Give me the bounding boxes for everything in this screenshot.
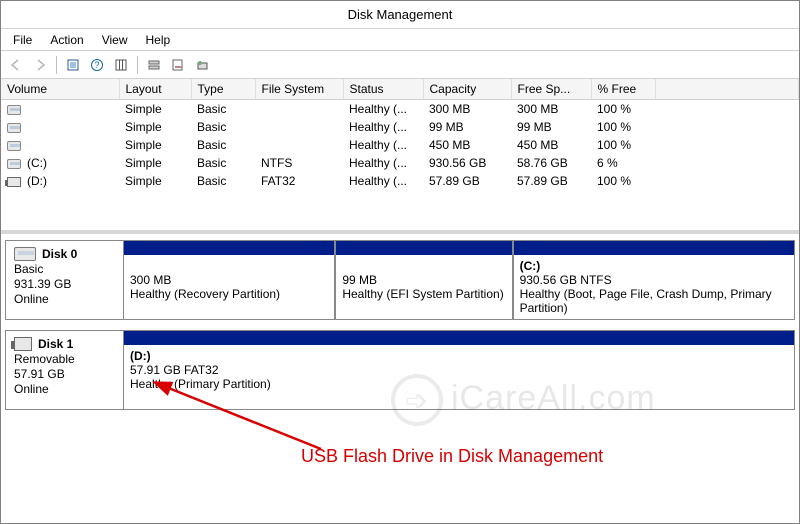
table-row[interactable]: SimpleBasicHealthy (...300 MB300 MB100 %: [1, 100, 799, 119]
col-capacity[interactable]: Capacity: [423, 79, 511, 100]
settings-button[interactable]: [110, 54, 132, 76]
help-button[interactable]: ?: [86, 54, 108, 76]
col-spacer: [655, 79, 799, 100]
partition[interactable]: (D:)57.91 GB FAT32Healthy (Primary Parti…: [124, 331, 794, 409]
table-row[interactable]: SimpleBasicHealthy (...99 MB99 MB100 %: [1, 118, 799, 136]
partition-stripe: [336, 241, 511, 255]
disk-icon: [14, 337, 32, 351]
forward-button: [29, 54, 51, 76]
volume-icon: [7, 141, 21, 151]
svg-text:?: ?: [94, 60, 99, 70]
menu-view[interactable]: View: [94, 31, 136, 49]
partition-stripe: [124, 241, 334, 255]
col-status[interactable]: Status: [343, 79, 423, 100]
disk-management-window: Disk Management File Action View Help ?: [0, 0, 800, 524]
partition-stripe: [514, 241, 794, 255]
table-row[interactable]: (D:)SimpleBasicFAT32Healthy (...57.89 GB…: [1, 172, 799, 190]
partition-stripe: [124, 331, 794, 345]
disk-info[interactable]: Disk 0Basic931.39 GBOnline: [6, 241, 124, 319]
table-row[interactable]: (C:)SimpleBasicNTFSHealthy (...930.56 GB…: [1, 154, 799, 172]
volume-icon: [7, 105, 21, 115]
menu-help[interactable]: Help: [138, 31, 179, 49]
window-title: Disk Management: [348, 7, 453, 22]
volume-icon: [7, 123, 21, 133]
annotation-text: USB Flash Drive in Disk Management: [301, 446, 603, 467]
menubar: File Action View Help: [1, 29, 799, 51]
volume-list-pane[interactable]: Volume Layout Type File System Status Ca…: [1, 79, 799, 234]
disk-list-button[interactable]: [143, 54, 165, 76]
menu-action[interactable]: Action: [42, 31, 91, 49]
disk-row[interactable]: Disk 1Removable57.91 GBOnline(D:)57.91 G…: [5, 330, 795, 410]
toolbar: ?: [1, 51, 799, 79]
titlebar: Disk Management: [1, 1, 799, 29]
col-volume[interactable]: Volume: [1, 79, 119, 100]
disk-icon: [14, 247, 36, 261]
disk-row[interactable]: Disk 0Basic931.39 GBOnline 300 MBHealthy…: [5, 240, 795, 320]
col-type[interactable]: Type: [191, 79, 255, 100]
volume-icon: [7, 177, 21, 187]
col-free[interactable]: Free Sp...: [511, 79, 591, 100]
col-fs[interactable]: File System: [255, 79, 343, 100]
col-layout[interactable]: Layout: [119, 79, 191, 100]
back-button: [5, 54, 27, 76]
refresh-button[interactable]: [62, 54, 84, 76]
volume-icon: [7, 159, 21, 169]
col-pct[interactable]: % Free: [591, 79, 655, 100]
partition[interactable]: 300 MBHealthy (Recovery Partition): [124, 241, 334, 319]
disk-graph-pane[interactable]: Disk 0Basic931.39 GBOnline 300 MBHealthy…: [1, 234, 799, 523]
properties-button[interactable]: [167, 54, 189, 76]
actions-button[interactable]: [191, 54, 213, 76]
table-header-row: Volume Layout Type File System Status Ca…: [1, 79, 799, 100]
partition[interactable]: (C:)930.56 GB NTFSHealthy (Boot, Page Fi…: [512, 241, 794, 319]
table-row[interactable]: SimpleBasicHealthy (...450 MB450 MB100 %: [1, 136, 799, 154]
menu-file[interactable]: File: [5, 31, 40, 49]
volume-table: Volume Layout Type File System Status Ca…: [1, 79, 799, 190]
disk-info[interactable]: Disk 1Removable57.91 GBOnline: [6, 331, 124, 409]
partition[interactable]: 99 MBHealthy (EFI System Partition): [334, 241, 511, 319]
